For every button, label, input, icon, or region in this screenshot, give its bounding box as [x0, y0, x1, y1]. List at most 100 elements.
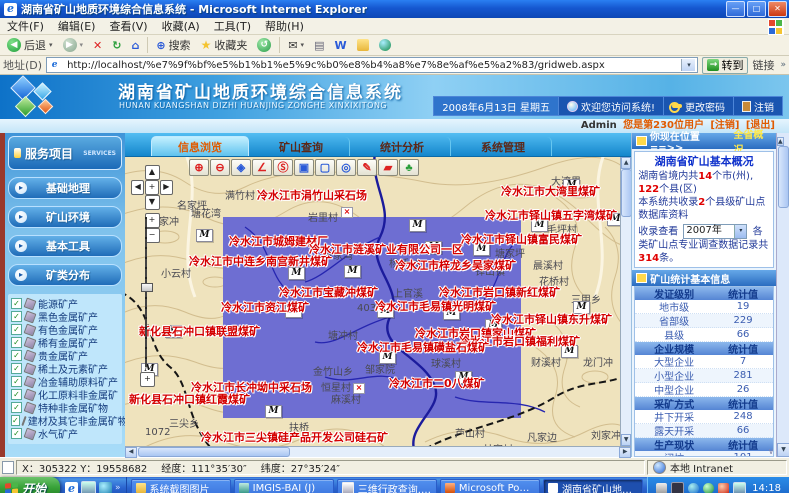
taskbar-task-button[interactable]: Microsoft PowerP...	[440, 479, 540, 493]
taskbar-task-button[interactable]: 三维行政查询.bmp	[337, 479, 437, 493]
select-area-icon[interactable]: ▣	[294, 159, 314, 176]
mail-dropdown-icon[interactable]: ▾	[301, 41, 305, 49]
scroll-down-icon[interactable]: ▼	[621, 434, 631, 446]
go-button[interactable]: → 转到	[702, 57, 748, 74]
menu-item[interactable]: 收藏(A)	[155, 18, 207, 34]
page-vertical-scrollbar[interactable]: ▲ ▼	[776, 133, 789, 457]
mine-marker[interactable]: M	[344, 265, 361, 278]
menu-item[interactable]: 文件(F)	[0, 18, 51, 34]
page-vscroll-thumb[interactable]	[778, 146, 789, 208]
sidebar-section-button[interactable]: ▸ 矿山环境	[8, 206, 122, 228]
address-dropdown-icon[interactable]: ▾	[681, 59, 695, 71]
sidebar-section-button[interactable]: ▸ 矿类分布	[8, 264, 122, 286]
flag-marker[interactable]: ×	[341, 207, 353, 218]
stop-button[interactable]: ✕	[89, 36, 106, 54]
security-tray-icon[interactable]	[718, 483, 729, 493]
printer-tray-icon[interactable]	[656, 483, 667, 493]
year-select[interactable]: 2007年 ▾	[683, 224, 747, 239]
home-button[interactable]: ⌂	[127, 36, 143, 54]
map-horizontal-scrollbar[interactable]: ◀ ▶	[125, 446, 631, 457]
pan-center-button[interactable]: +	[145, 180, 158, 195]
scroll-up-icon[interactable]: ▲	[621, 157, 631, 169]
checkbox-icon[interactable]: ✓	[11, 415, 20, 426]
tray-clock[interactable]: 14:18	[752, 483, 781, 493]
checkbox-icon[interactable]: ✓	[11, 324, 22, 335]
links-label[interactable]: 链接	[752, 57, 776, 73]
tab[interactable]: 信息浏览	[151, 136, 249, 156]
zoom-in-icon[interactable]: ⊕	[189, 159, 209, 176]
change-password-link[interactable]: 更改密码	[663, 97, 733, 115]
flag-marker[interactable]: ×	[353, 383, 365, 394]
address-input[interactable]: e http://localhost/%e7%9f%bf%e5%b1%b1%e5…	[46, 57, 698, 73]
zoom-out-icon[interactable]: ⊖	[210, 159, 230, 176]
quicklaunch-more-icon[interactable]: »	[115, 483, 121, 493]
mail-button[interactable]: ✉ ▾	[284, 36, 308, 54]
mine-marker[interactable]: M	[409, 219, 426, 232]
pan-left-button[interactable]: ◀	[131, 180, 144, 195]
zoom-slider-thumb[interactable]	[141, 283, 153, 292]
mine-marker[interactable]: M	[196, 229, 213, 242]
checkbox-icon[interactable]: ✓	[11, 376, 22, 387]
pan-right-button[interactable]: ▶	[160, 180, 173, 195]
taskbar-task-button[interactable]: 湖南省矿山地质环...	[543, 479, 643, 493]
close-button[interactable]: ✕	[768, 1, 787, 17]
checkbox-icon[interactable]: ✓	[11, 337, 22, 348]
scroll-right-icon[interactable]: ▶	[619, 447, 631, 458]
mine-marker[interactable]: M	[265, 405, 282, 418]
tab[interactable]: 系统管理	[455, 137, 552, 156]
map-vertical-scrollbar[interactable]: ▲ ▼	[620, 157, 631, 446]
welcome-link[interactable]: 欢迎您访问系统!	[558, 97, 663, 115]
ime-tray-icon[interactable]	[671, 482, 684, 493]
forward-dropdown-icon[interactable]: ▾	[80, 41, 84, 49]
menu-item[interactable]: 帮助(H)	[258, 18, 311, 34]
edit-button[interactable]: W	[330, 36, 350, 54]
pan-up-button[interactable]: ▲	[145, 165, 160, 180]
antivirus-tray-icon[interactable]	[703, 483, 714, 493]
map-hscroll-thumb[interactable]	[138, 447, 290, 457]
panel-scroll-hint-icon[interactable]: ∨	[768, 447, 774, 456]
checkbox-icon[interactable]: ✓	[11, 402, 22, 413]
zoom-slider[interactable]: +	[141, 217, 151, 377]
tab[interactable]: 统计分析	[354, 137, 451, 156]
messenger-quicklaunch-icon[interactable]	[99, 482, 112, 493]
folders-button[interactable]	[353, 36, 373, 54]
maximize-button[interactable]: □	[747, 1, 766, 17]
taskbar-task-button[interactable]: 系统截图图片	[131, 479, 231, 493]
scroll-left-icon[interactable]: ◀	[125, 447, 137, 458]
refresh-button[interactable]: ↻	[108, 36, 125, 54]
identify-icon[interactable]: ◎	[336, 159, 356, 176]
taskbar-task-button[interactable]: IMGIS-BAI (J)	[234, 479, 334, 493]
tab[interactable]: 矿山查询	[253, 137, 350, 156]
links-chevron-icon[interactable]: »	[780, 60, 786, 70]
map-canvas[interactable]: ⊕ ⊖ ◈ ∠ Ⓢ ▣ ▢ ◎	[125, 157, 631, 446]
minimize-button[interactable]: —	[726, 1, 745, 17]
page-scroll-down-icon[interactable]: ▼	[777, 443, 789, 457]
checkbox-icon[interactable]: ✓	[11, 350, 22, 361]
zoom-slider-plus-button[interactable]: +	[140, 372, 155, 387]
checkbox-icon[interactable]: ✓	[11, 311, 22, 322]
mark-point-icon[interactable]: ✎	[357, 159, 377, 176]
full-extent-icon[interactable]: Ⓢ	[273, 159, 293, 176]
logout-link[interactable]: 注销	[733, 97, 782, 115]
back-dropdown-icon[interactable]: ▾	[49, 41, 53, 49]
menu-item[interactable]: 工具(T)	[207, 18, 258, 34]
checkbox-icon[interactable]: ✓	[11, 428, 22, 439]
display-tray-icon[interactable]	[733, 482, 746, 493]
search-button[interactable]: ⊕ 搜索	[152, 36, 194, 54]
layer-tree-icon[interactable]: ♣	[399, 159, 419, 176]
menu-item[interactable]: 编辑(E)	[51, 18, 103, 34]
volume-tray-icon[interactable]	[688, 483, 699, 493]
start-button[interactable]: 开始	[0, 477, 60, 493]
history-button[interactable]: ↺	[253, 36, 275, 54]
measure-icon[interactable]: ∠	[252, 159, 272, 176]
forward-button[interactable]: ▶ ▾	[59, 36, 88, 54]
checkbox-icon[interactable]: ✓	[11, 363, 22, 374]
favorites-button[interactable]: ★ 收藏夹	[197, 36, 252, 54]
pan-down-button[interactable]: ▼	[145, 195, 160, 210]
year-select-dropdown-icon[interactable]: ▾	[734, 225, 746, 238]
show-desktop-icon[interactable]	[81, 481, 96, 493]
menu-item[interactable]: 查看(V)	[102, 18, 154, 34]
print-button[interactable]: ▤	[310, 36, 328, 54]
checkbox-icon[interactable]: ✓	[11, 298, 22, 309]
sidebar-section-button[interactable]: ▸ 基本工具	[8, 235, 122, 257]
